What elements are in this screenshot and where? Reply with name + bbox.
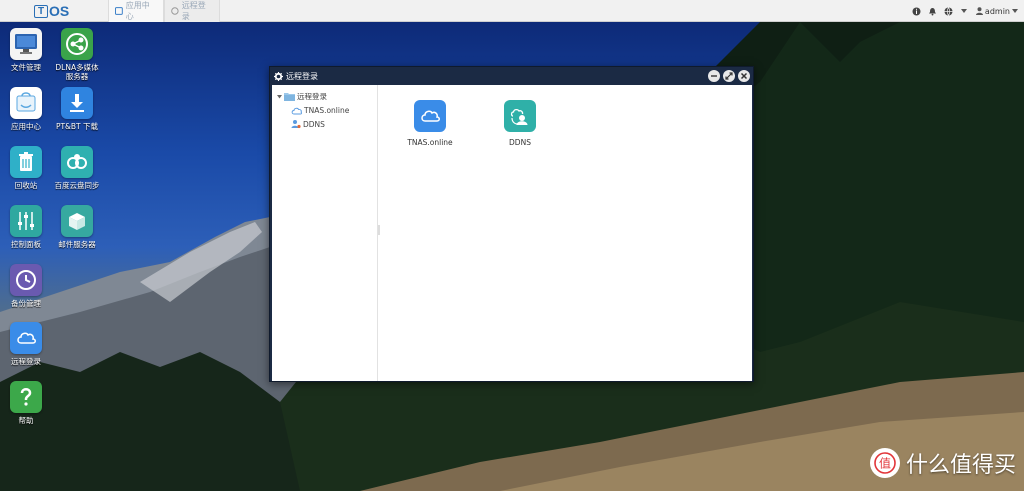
bell-icon[interactable]	[928, 7, 937, 16]
desktop-icon-dlna[interactable]: DLNA多媒体服务器	[55, 28, 99, 81]
sliders-icon	[10, 205, 42, 237]
desktop-icon-help[interactable]: 帮助	[5, 381, 47, 425]
tab-label: 远程登录	[181, 1, 206, 21]
cloud-icon	[414, 100, 446, 132]
dlna-icon	[61, 28, 93, 60]
folder-icon	[284, 93, 295, 101]
user-icon	[975, 7, 983, 15]
tos-logo[interactable]: T OS	[34, 2, 69, 20]
minimize-button[interactable]	[708, 70, 720, 82]
download-icon	[61, 87, 93, 119]
top-bar: T OS 应用中心 远程登录 admin	[0, 0, 1024, 22]
watermark-badge: 值	[869, 448, 900, 478]
tree-node-label: TNAS.online	[304, 106, 350, 115]
app-tile-label: DDNS	[509, 138, 531, 147]
app-tile-label: TNAS.online	[407, 138, 453, 147]
desktop-icon-label: 文件管理	[11, 63, 41, 72]
window-controls	[708, 70, 750, 82]
info-icon[interactable]	[912, 7, 921, 16]
minimize-icon	[711, 75, 717, 77]
desktop-icon-backup[interactable]: 备份管理	[5, 264, 47, 308]
remote-login-window: 远程登录 远程登录 TNAS.online DDNS TNAS.online D…	[269, 66, 754, 382]
user-menu[interactable]: admin	[975, 6, 1018, 16]
chevron-down-icon	[1012, 9, 1018, 13]
logo-text: OS	[49, 3, 70, 19]
tab-label: 应用中心	[125, 1, 150, 21]
expand-triangle-icon	[277, 95, 282, 99]
app-tile-ddns[interactable]: DDNS	[490, 100, 550, 147]
window-titlebar[interactable]: 远程登录	[270, 67, 753, 85]
desktop-icon-baidu-sync[interactable]: 百度云盘同步	[54, 146, 100, 190]
watermark-text: 什么值得买	[905, 453, 1016, 478]
desktop-icon-label: PT&BT 下载	[55, 122, 99, 131]
nav-tree: 远程登录 TNAS.online DDNS	[272, 85, 378, 381]
ddns-icon	[291, 120, 301, 129]
window-client-area: 远程登录 TNAS.online DDNS TNAS.online DDNS	[272, 85, 752, 381]
tree-node-tnas-online[interactable]: TNAS.online	[291, 106, 349, 115]
desktop-icon-label: 百度云盘同步	[54, 181, 100, 190]
app-tile-tnas-online[interactable]: TNAS.online	[400, 100, 460, 147]
tab-app-center[interactable]: 应用中心	[108, 0, 164, 22]
desktop-icon-recycle-bin[interactable]: 回收站	[5, 146, 47, 190]
desktop-icon-mail-server[interactable]: 邮件服务器	[56, 205, 98, 249]
maximize-button[interactable]	[723, 70, 735, 82]
desktop-icon-pt-bt[interactable]: PT&BT 下载	[56, 87, 98, 131]
mail-server-icon	[61, 205, 93, 237]
clock-icon	[10, 264, 42, 296]
desktop-icon-app-center[interactable]: 应用中心	[5, 87, 47, 131]
tree-node-ddns[interactable]: DDNS	[291, 119, 325, 129]
chevron-down-icon[interactable]	[960, 7, 969, 16]
desktop-icon-label: DLNA多媒体服务器	[55, 63, 99, 81]
desktop-icon-control-panel[interactable]: 控制面板	[5, 205, 47, 249]
expand-icon	[725, 72, 733, 80]
desktop-icon-label: 备份管理	[11, 299, 41, 308]
app-center-tab-icon	[115, 7, 123, 15]
desktop-icon-label: 邮件服务器	[58, 240, 96, 249]
desktop-icon-label: 远程登录	[11, 357, 41, 366]
gear-icon	[274, 71, 283, 81]
desktop-icon-label: 回收站	[14, 181, 38, 190]
window-title: 远程登录	[286, 71, 318, 81]
watermark: 值 什么值得买	[869, 447, 1016, 479]
username: admin	[984, 6, 1010, 16]
desktop-icon-label: 控制面板	[11, 240, 41, 249]
top-right-tools: admin	[912, 0, 1018, 22]
tree-node-label: 远程登录	[297, 92, 327, 101]
logo-t-box: T	[34, 4, 48, 18]
globe-icon[interactable]	[944, 6, 953, 16]
remote-login-tab-icon	[171, 7, 179, 15]
close-icon	[740, 72, 748, 80]
desktop-icon-remote-login[interactable]: 远程登录	[5, 322, 47, 366]
cloud-icon	[10, 322, 42, 354]
tree-node-root[interactable]: 远程登录	[277, 91, 327, 102]
trash-icon	[10, 146, 42, 178]
help-icon	[10, 381, 42, 413]
app-grid: TNAS.online DDNS	[379, 85, 752, 381]
ddns-icon	[504, 100, 536, 132]
tree-node-label: DDNS	[303, 119, 325, 129]
close-button[interactable]	[738, 70, 750, 82]
app-store-icon	[10, 87, 42, 119]
desktop-icon-label: 帮助	[18, 416, 34, 425]
cloud-icon	[291, 107, 302, 114]
baidu-sync-icon	[61, 146, 93, 178]
monitor-icon	[10, 28, 42, 60]
desktop-icon-file-manager[interactable]: 文件管理	[5, 28, 47, 72]
tab-remote-login[interactable]: 远程登录	[164, 0, 220, 22]
watermark-badge-char: 值	[879, 456, 891, 471]
desktop-icon-label: 应用中心	[11, 122, 41, 131]
